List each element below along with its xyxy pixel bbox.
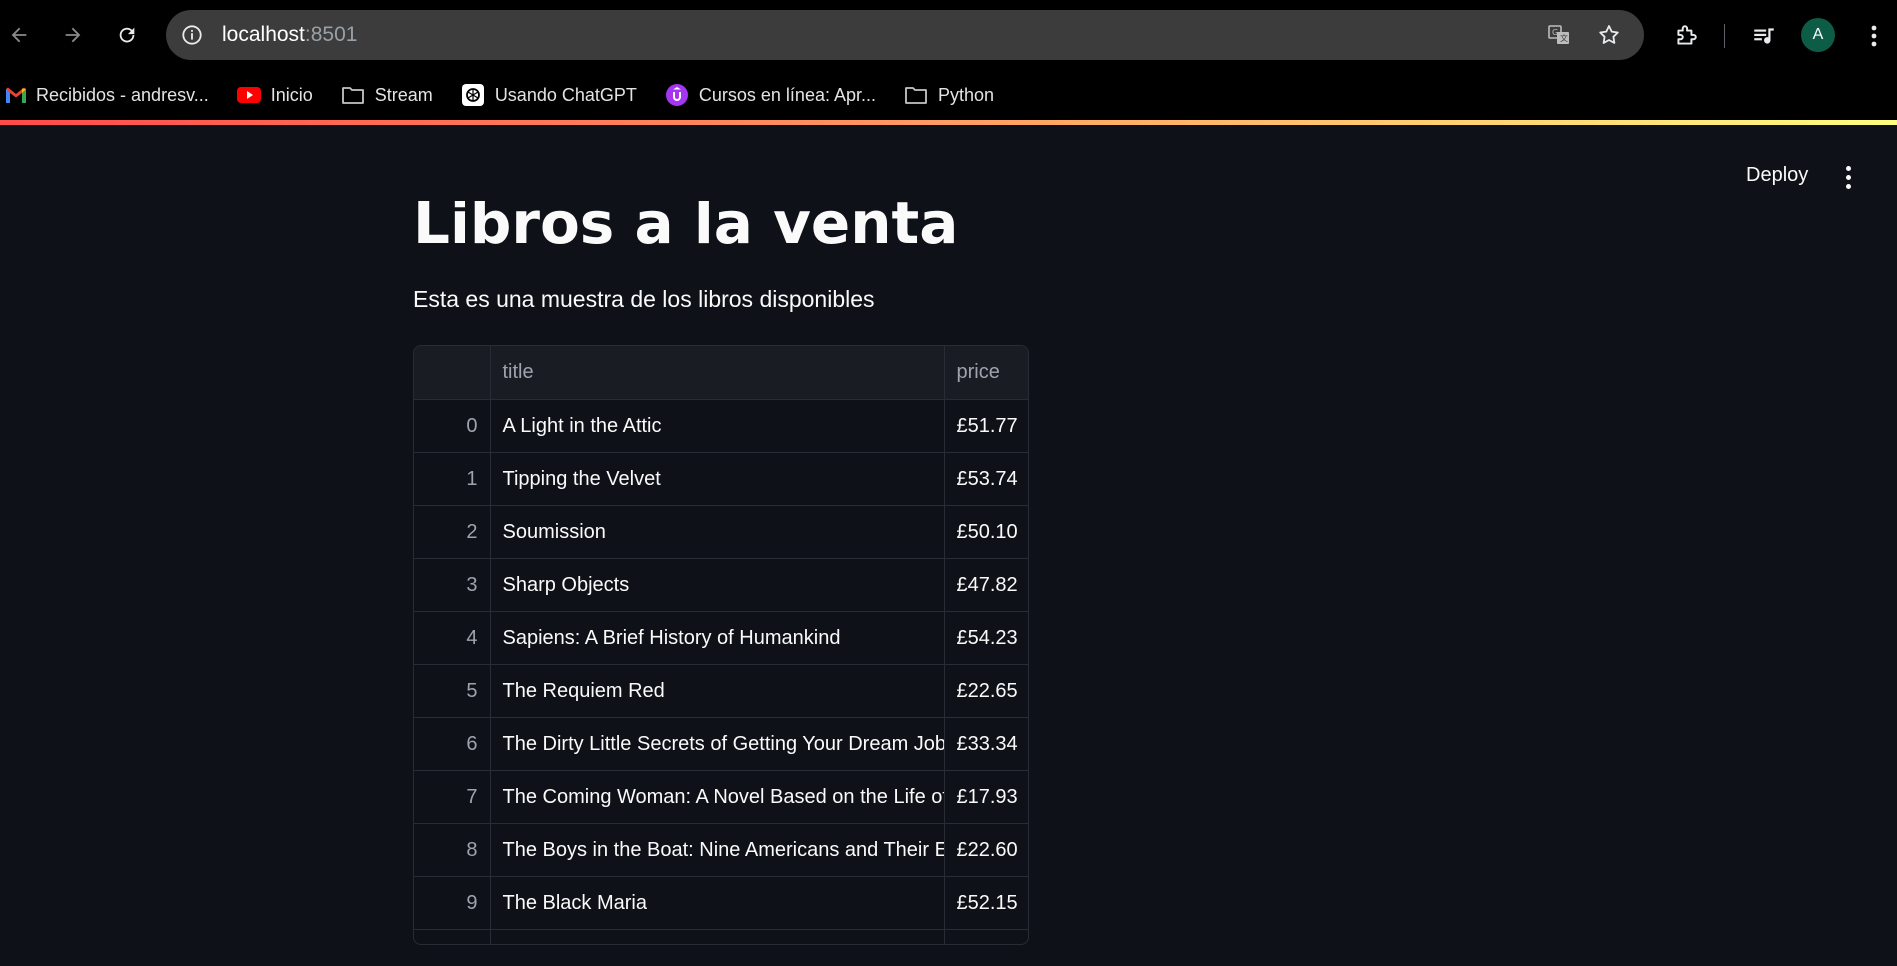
table-row[interactable]: 9 The Black Maria £52.15 <box>414 876 1028 930</box>
table-row[interactable] <box>414 929 1028 944</box>
media-queue-icon[interactable] <box>1750 22 1778 50</box>
bookmark-inicio[interactable]: Inicio <box>236 83 313 107</box>
bookmark-python[interactable]: Python <box>904 83 994 107</box>
bookmark-label: Stream <box>374 84 433 105</box>
cell-title[interactable]: The Boys in the Boat: Nine Americans and… <box>490 823 945 877</box>
cell-title[interactable] <box>490 929 945 944</box>
page-title: Libros a la venta <box>413 189 959 257</box>
cell-price[interactable]: £51.77 <box>944 399 1028 453</box>
column-header-price[interactable]: price <box>944 346 1028 400</box>
cell-price[interactable]: £17.93 <box>944 770 1028 824</box>
cell-price[interactable]: £22.65 <box>944 664 1028 718</box>
translate-icon[interactable]: G文 <box>1546 22 1572 48</box>
url-host: localhost <box>222 23 305 46</box>
table-row[interactable]: 6 The Dirty Little Secrets of Getting Yo… <box>414 717 1028 771</box>
bookmark-udemy[interactable]: Cursos en línea: Apr... <box>665 83 876 107</box>
chatgpt-icon <box>461 83 485 107</box>
arrow-left-icon <box>11 27 27 43</box>
column-header-index[interactable] <box>414 346 491 400</box>
app-header-decoration <box>0 120 1897 125</box>
toolbar-divider <box>1724 24 1725 48</box>
url-text[interactable]: localhost:8501 <box>222 10 357 60</box>
folder-icon <box>904 83 928 107</box>
row-index: 0 <box>414 399 491 453</box>
reload-icon <box>119 27 135 43</box>
cell-title[interactable]: The Dirty Little Secrets of Getting Your… <box>490 717 945 771</box>
column-header-title[interactable]: title <box>490 346 945 400</box>
cell-title[interactable]: Tipping the Velvet <box>490 452 945 506</box>
bookmark-label: Usando ChatGPT <box>494 84 637 105</box>
cell-price[interactable]: £47.82 <box>944 558 1028 612</box>
bookmarks-bar: Recibidos - andresv... Inicio Stream Usa… <box>0 70 1897 120</box>
cell-title[interactable]: The Black Maria <box>490 876 945 930</box>
profile-avatar[interactable]: A <box>1801 18 1835 52</box>
table-row[interactable]: 2 Soumission £50.10 <box>414 505 1028 559</box>
row-index: 1 <box>414 452 491 506</box>
row-index <box>414 929 491 944</box>
cell-title[interactable]: Sapiens: A Brief History of Humankind <box>490 611 945 665</box>
table-row[interactable]: 8 The Boys in the Boat: Nine Americans a… <box>414 823 1028 877</box>
bookmark-stream[interactable]: Stream <box>341 83 433 107</box>
row-index: 8 <box>414 823 491 877</box>
forward-button[interactable] <box>56 18 90 52</box>
page-subtitle: Esta es una muestra de los libros dispon… <box>413 286 875 312</box>
table-row[interactable]: 0 A Light in the Attic £51.77 <box>414 399 1028 453</box>
row-index: 3 <box>414 558 491 612</box>
udemy-icon <box>665 83 689 107</box>
browser-toolbar: localhost:8501 G文 A <box>0 0 1897 70</box>
cell-price[interactable]: £53.74 <box>944 452 1028 506</box>
table-header-row: title price <box>414 346 1028 400</box>
table-row[interactable]: 7 The Coming Woman: A Novel Based on the… <box>414 770 1028 824</box>
row-index: 2 <box>414 505 491 559</box>
cell-price[interactable]: £54.23 <box>944 611 1028 665</box>
folder-icon <box>341 83 365 107</box>
bookmark-label: Python <box>938 84 995 105</box>
cell-price[interactable]: £22.60 <box>944 823 1028 877</box>
star-icon[interactable] <box>1596 22 1622 48</box>
extensions-icon[interactable] <box>1672 22 1700 50</box>
youtube-icon <box>236 83 261 107</box>
cell-title[interactable]: A Light in the Attic <box>490 399 945 453</box>
browser-menu-icon[interactable] <box>1862 22 1886 50</box>
arrow-right-icon <box>65 27 81 43</box>
bookmark-chatgpt[interactable]: Usando ChatGPT <box>461 83 637 107</box>
row-index: 7 <box>414 770 491 824</box>
cell-price[interactable]: £52.15 <box>944 876 1028 930</box>
row-index: 9 <box>414 876 491 930</box>
site-info-icon[interactable] <box>180 23 204 47</box>
books-table: title price 0 A Light in the Attic £51.7… <box>414 346 1028 944</box>
row-index: 4 <box>414 611 491 665</box>
bookmark-label: Inicio <box>270 84 313 105</box>
table-row[interactable]: 5 The Requiem Red £22.65 <box>414 664 1028 718</box>
row-index: 5 <box>414 664 491 718</box>
app-menu-icon[interactable] <box>1836 160 1860 194</box>
deploy-button[interactable]: Deploy <box>1732 160 1822 191</box>
table-row[interactable]: 4 Sapiens: A Brief History of Humankind … <box>414 611 1028 665</box>
cell-title[interactable]: The Requiem Red <box>490 664 945 718</box>
books-dataframe[interactable]: title price 0 A Light in the Attic £51.7… <box>413 345 1029 945</box>
bookmark-label: Cursos en línea: Apr... <box>698 84 876 105</box>
cell-price[interactable] <box>944 929 1028 944</box>
row-index: 6 <box>414 717 491 771</box>
cell-title[interactable]: Soumission <box>490 505 945 559</box>
cell-title[interactable]: Sharp Objects <box>490 558 945 612</box>
table-row[interactable]: 3 Sharp Objects £47.82 <box>414 558 1028 612</box>
bookmark-gmail[interactable]: Recibidos - andresv... <box>4 83 209 107</box>
url-port: :8501 <box>304 23 358 46</box>
svg-text:文: 文 <box>1560 33 1568 43</box>
cell-price[interactable]: £33.34 <box>944 717 1028 771</box>
back-button[interactable] <box>2 18 36 52</box>
cell-price[interactable]: £50.10 <box>944 505 1028 559</box>
table-row[interactable]: 1 Tipping the Velvet £53.74 <box>414 452 1028 506</box>
bookmark-label: Recibidos - andresv... <box>36 84 209 105</box>
reload-button[interactable] <box>110 18 144 52</box>
gmail-icon <box>4 83 28 107</box>
avatar-letter: A <box>1812 26 1824 43</box>
address-bar[interactable]: localhost:8501 G文 <box>166 10 1644 60</box>
cell-title[interactable]: The Coming Woman: A Novel Based on the L… <box>490 770 945 824</box>
